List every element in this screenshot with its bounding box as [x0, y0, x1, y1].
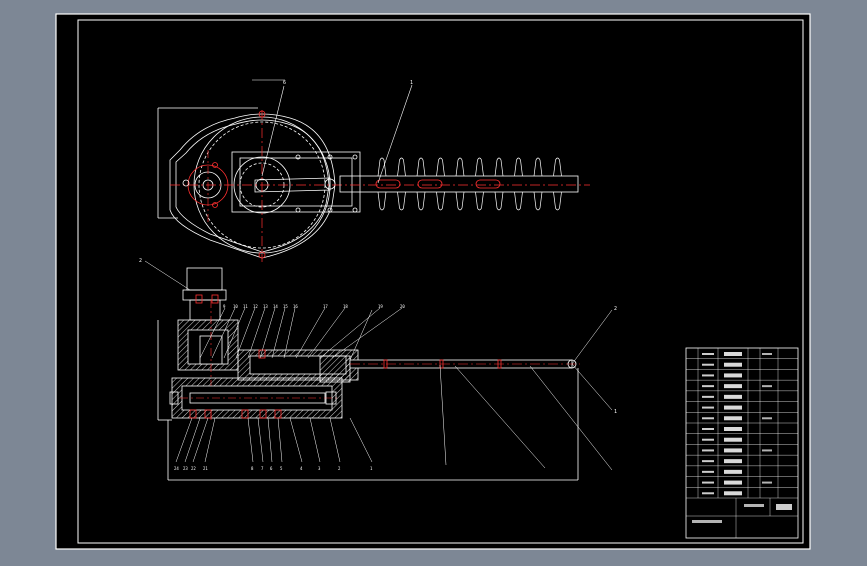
tb-cell-text: [724, 394, 742, 399]
tb-cell-text: [724, 362, 742, 367]
tb-cell-text: [724, 416, 742, 421]
tb-title-text: [744, 504, 764, 507]
callout-label: 20: [400, 304, 405, 309]
tb-cell-text: [702, 385, 714, 388]
callout-label: 15: [283, 304, 288, 309]
tb-cell-text: [724, 384, 742, 389]
tb-cell-text: [724, 352, 742, 356]
tb-title-text: [776, 504, 792, 510]
tb-cell-text: [724, 437, 742, 442]
callout-label: 24: [174, 466, 179, 471]
callout-top-1: 1: [410, 80, 413, 86]
tb-cell-text: [724, 459, 742, 464]
tb-cell-text: [724, 480, 742, 485]
callout-right-1: 1: [614, 409, 617, 415]
callout-label: 11: [243, 304, 248, 309]
tb-cell-text: [702, 353, 714, 355]
tb-cell-text: [702, 481, 714, 484]
tb-cell-text: [702, 363, 714, 366]
tb-cell-text: [702, 395, 714, 398]
callout-label: 21: [203, 466, 208, 471]
callout-label: 12: [253, 304, 258, 309]
tb-cell-text: [702, 460, 714, 463]
tb-cell-text: [762, 481, 772, 484]
motor-callout: 2: [139, 258, 142, 264]
tb-cell-text: [762, 353, 772, 355]
tb-cell-text: [702, 428, 714, 430]
sheet-border: [55, 13, 811, 550]
tb-title-text: [692, 520, 722, 523]
tb-cell-text: [702, 492, 714, 495]
drawing-sheet: 6 1 9 10 11 12 13 14 15 16 17 18 19 2024…: [55, 13, 811, 550]
tb-cell-text: [702, 470, 714, 473]
callout-label: 14: [273, 304, 278, 309]
callout-right-2: 2: [614, 306, 617, 312]
callout-label: 23: [183, 466, 188, 471]
tb-cell-text: [724, 373, 742, 378]
tb-cell-text: [724, 427, 742, 431]
tb-cell-text: [702, 374, 714, 377]
cad-viewport: 6 1 9 10 11 12 13 14 15 16 17 18 19 20 2…: [0, 0, 867, 562]
callout-label: 13: [263, 304, 268, 309]
tb-cell-text: [724, 491, 742, 496]
tb-cell-text: [724, 469, 742, 474]
tb-cell-text: [702, 449, 714, 452]
callout-label: 22: [191, 466, 196, 471]
tb-cell-text: [724, 448, 742, 453]
tb-cell-text: [702, 438, 714, 441]
callout-label: 17: [323, 304, 328, 309]
tb-cell-text: [702, 417, 714, 420]
tb-cell-text: [762, 417, 772, 420]
callout-label: 19: [378, 304, 383, 309]
tb-cell-text: [702, 406, 714, 409]
callout-label: 10: [233, 304, 238, 309]
callout-label: 16: [293, 304, 298, 309]
tb-cell-text: [762, 449, 772, 452]
callout-top-6: 6: [283, 80, 286, 86]
callout-label: 18: [343, 304, 348, 309]
tb-cell-text: [724, 405, 742, 410]
tb-cell-text: [762, 385, 772, 388]
